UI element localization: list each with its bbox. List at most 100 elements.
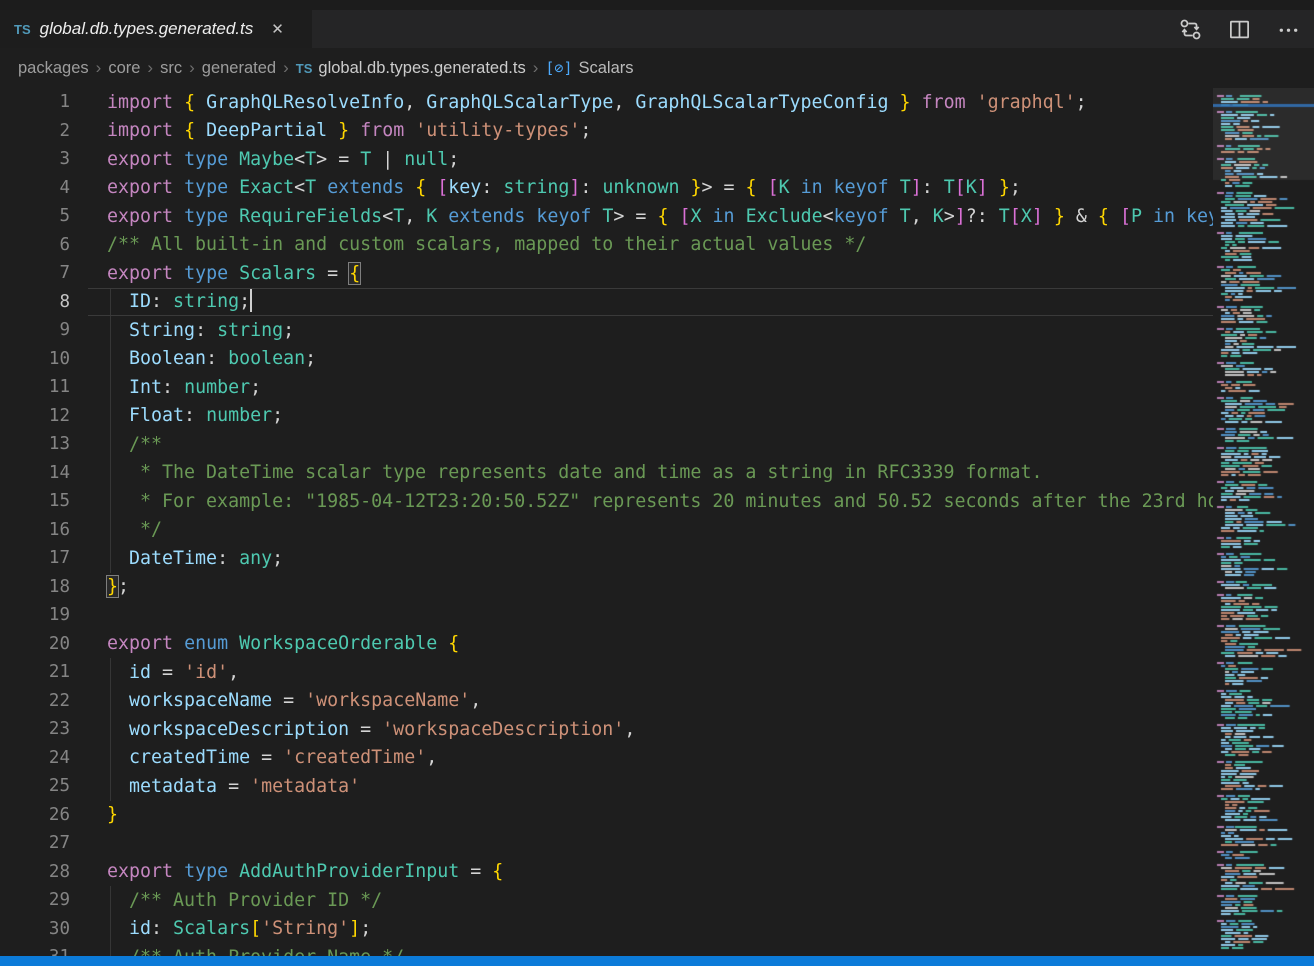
code-text[interactable]: ID: string;: [107, 291, 252, 312]
code-text[interactable]: import { DeepPartial } from 'utility-typ…: [107, 120, 591, 141]
line-number[interactable]: 22: [0, 691, 70, 711]
line-number[interactable]: 27: [0, 833, 70, 853]
line-number[interactable]: 24: [0, 748, 70, 768]
code-line-3[interactable]: 3 export type Maybe<T> = T | null;: [0, 145, 1213, 174]
line-number[interactable]: 28: [0, 862, 70, 882]
code-text[interactable]: * For example: "1985-04-12T23:20:50.52Z"…: [107, 491, 1213, 512]
code-text[interactable]: */: [107, 519, 162, 540]
code-line-5[interactable]: 5 export type RequireFields<T, K extends …: [0, 202, 1213, 231]
line-number[interactable]: 19: [0, 605, 70, 625]
code-text[interactable]: /**: [107, 434, 162, 455]
code-text[interactable]: Float: number;: [107, 405, 283, 426]
code-text[interactable]: /** Auth Provider ID */: [107, 890, 382, 911]
code-text[interactable]: Boolean: boolean;: [107, 348, 316, 369]
code-line-20[interactable]: 20 export enum WorkspaceOrderable {: [0, 630, 1213, 659]
code-text[interactable]: }: [107, 804, 118, 825]
code-text[interactable]: String: string;: [107, 320, 294, 341]
code-text[interactable]: export type RequireFields<T, K extends k…: [107, 206, 1213, 227]
breadcrumb-item-global-db-types-generated-ts[interactable]: TSglobal.db.types.generated.ts: [296, 59, 526, 78]
line-number[interactable]: 11: [0, 377, 70, 397]
code-line-16[interactable]: 16 */: [0, 516, 1213, 545]
line-number[interactable]: 20: [0, 634, 70, 654]
code-line-15[interactable]: 15 * For example: "1985-04-12T23:20:50.5…: [0, 487, 1213, 516]
line-number[interactable]: 5: [0, 206, 70, 226]
line-number[interactable]: 21: [0, 662, 70, 682]
code-text[interactable]: export type AddAuthProviderInput = {: [107, 861, 503, 882]
code-line-9[interactable]: 9 String: string;: [0, 316, 1213, 345]
code-line-11[interactable]: 11 Int: number;: [0, 373, 1213, 402]
line-number[interactable]: 3: [0, 149, 70, 169]
line-number[interactable]: 29: [0, 890, 70, 910]
line-number[interactable]: 26: [0, 805, 70, 825]
breadcrumb-item-packages[interactable]: packages: [18, 59, 89, 78]
line-number[interactable]: 9: [0, 320, 70, 340]
code-line-21[interactable]: 21 id = 'id',: [0, 658, 1213, 687]
code-line-6[interactable]: 6 /** All built-in and custom scalars, ma…: [0, 231, 1213, 260]
code-text[interactable]: import { GraphQLResolveInfo, GraphQLScal…: [107, 92, 1087, 113]
code-line-26[interactable]: 26}: [0, 801, 1213, 830]
code-line-25[interactable]: 25 metadata = 'metadata': [0, 772, 1213, 801]
code-text[interactable]: /** All built-in and custom scalars, map…: [107, 234, 866, 255]
code-text[interactable]: id: Scalars['String'];: [107, 918, 371, 939]
code-line-30[interactable]: 30 id: Scalars['String'];: [0, 915, 1213, 944]
code-line-28[interactable]: 28 export type AddAuthProviderInput = {: [0, 858, 1213, 887]
line-number[interactable]: 4: [0, 178, 70, 198]
line-number[interactable]: 17: [0, 548, 70, 568]
code-text[interactable]: workspaceName = 'workspaceName',: [107, 690, 481, 711]
code-text[interactable]: metadata = 'metadata': [107, 776, 360, 797]
code-line-4[interactable]: 4 export type Exact<T extends { [key: str…: [0, 174, 1213, 203]
code-line-12[interactable]: 12 Float: number;: [0, 402, 1213, 431]
more-actions-icon[interactable]: [1277, 18, 1300, 41]
code-line-1[interactable]: 1 import { GraphQLResolveInfo, GraphQLSca…: [0, 88, 1213, 117]
code-line-10[interactable]: 10 Boolean: boolean;: [0, 345, 1213, 374]
code-text[interactable]: export type Exact<T extends { [key: stri…: [107, 177, 1021, 198]
line-number[interactable]: 30: [0, 919, 70, 939]
code-line-7[interactable]: 7 export type Scalars = {: [0, 259, 1213, 288]
code-line-27[interactable]: 27: [0, 829, 1213, 858]
minimap[interactable]: [1213, 88, 1314, 956]
close-icon[interactable]: ✕: [267, 20, 288, 39]
breadcrumb-item-scalars[interactable]: [⊘]Scalars: [545, 59, 633, 78]
line-number[interactable]: 10: [0, 349, 70, 369]
line-number[interactable]: 18: [0, 577, 70, 597]
code-line-24[interactable]: 24 createdTime = 'createdTime',: [0, 744, 1213, 773]
minimap-canvas[interactable]: [1213, 88, 1314, 956]
split-editor-icon[interactable]: [1228, 18, 1251, 41]
code-line-14[interactable]: 14 * The DateTime scalar type represents…: [0, 459, 1213, 488]
code-text[interactable]: export enum WorkspaceOrderable {: [107, 633, 459, 654]
line-number[interactable]: 14: [0, 463, 70, 483]
code-line-8[interactable]: 8 ID: string;: [0, 288, 1213, 317]
line-number[interactable]: 1: [0, 92, 70, 112]
code-text[interactable]: Int: number;: [107, 377, 261, 398]
line-number[interactable]: 6: [0, 235, 70, 255]
line-number[interactable]: 2: [0, 121, 70, 141]
compare-changes-icon[interactable]: [1179, 18, 1202, 41]
code-line-19[interactable]: 19: [0, 601, 1213, 630]
code-text[interactable]: workspaceDescription = 'workspaceDescrip…: [107, 719, 635, 740]
breadcrumb-item-src[interactable]: src: [160, 59, 182, 78]
code-line-29[interactable]: 29 /** Auth Provider ID */: [0, 886, 1213, 915]
line-number[interactable]: 25: [0, 776, 70, 796]
code-line-17[interactable]: 17 DateTime: any;: [0, 544, 1213, 573]
code-text[interactable]: export type Scalars = {: [107, 263, 360, 284]
code-line-2[interactable]: 2 import { DeepPartial } from 'utility-ty…: [0, 117, 1213, 146]
code-editor[interactable]: 1 import { GraphQLResolveInfo, GraphQLSca…: [0, 88, 1213, 966]
code-text[interactable]: * The DateTime scalar type represents da…: [107, 462, 1043, 483]
line-number[interactable]: 16: [0, 520, 70, 540]
code-text[interactable]: };: [107, 576, 129, 597]
code-text[interactable]: createdTime = 'createdTime',: [107, 747, 437, 768]
line-number[interactable]: 12: [0, 406, 70, 426]
tab-global.db.types.generated.ts[interactable]: TS global.db.types.generated.ts ✕: [0, 10, 312, 48]
breadcrumb-item-generated[interactable]: generated: [202, 59, 276, 78]
code-text[interactable]: export type Maybe<T> = T | null;: [107, 149, 459, 170]
line-number[interactable]: 7: [0, 263, 70, 283]
code-text[interactable]: id = 'id',: [107, 662, 239, 683]
line-number[interactable]: 8: [0, 292, 70, 312]
code-line-23[interactable]: 23 workspaceDescription = 'workspaceDesc…: [0, 715, 1213, 744]
line-number[interactable]: 13: [0, 434, 70, 454]
code-text[interactable]: DateTime: any;: [107, 548, 283, 569]
code-line-18[interactable]: 18};: [0, 573, 1213, 602]
code-line-13[interactable]: 13 /**: [0, 430, 1213, 459]
code-line-22[interactable]: 22 workspaceName = 'workspaceName',: [0, 687, 1213, 716]
line-number[interactable]: 15: [0, 491, 70, 511]
